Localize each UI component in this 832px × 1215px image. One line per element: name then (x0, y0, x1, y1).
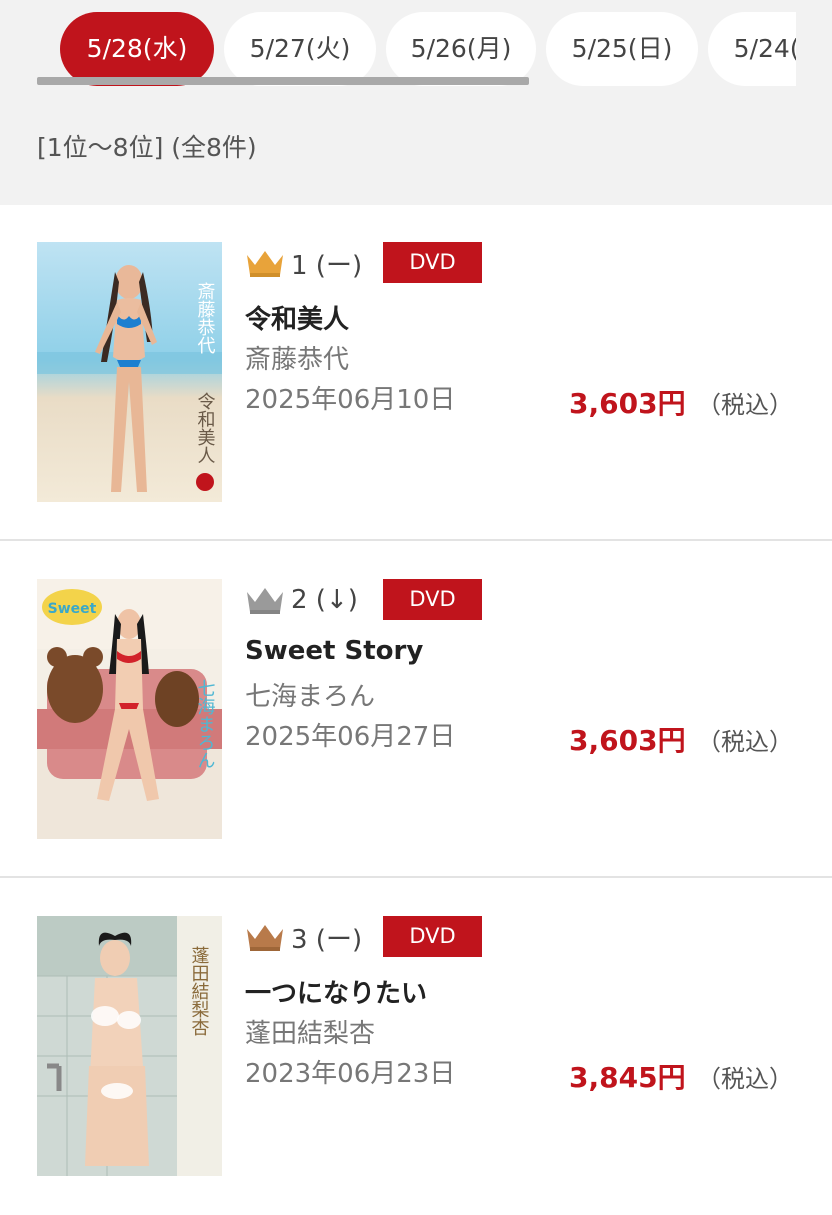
release-date: 2023年06月23日 (245, 1059, 456, 1089)
ranking-item[interactable]: Sweet 七海まろん 2 (↓) DVD Sweet Story 七海まろん … (0, 542, 832, 878)
release-date: 2025年06月10日 (245, 385, 456, 415)
ranking-item[interactable]: 斎藤恭代 令和美人 1 (ー) DVD 令和美人 斎藤恭代 2025年06月10… (0, 205, 832, 541)
date-tab-0[interactable]: 5/28(水) (60, 12, 214, 86)
product-title[interactable]: 一つになりたい (245, 973, 427, 1010)
rank-indicator: 3 (ー) (245, 917, 362, 957)
rank-label: 2 (↓) (291, 585, 358, 615)
artist-name[interactable]: 七海まろん (245, 676, 375, 713)
rank-label: 3 (ー) (291, 924, 363, 955)
result-count: [1位～8位] (全8件) (37, 133, 257, 162)
rank-indicator: 1 (ー) (245, 243, 362, 283)
gold-crown-icon (247, 251, 283, 277)
tax-note: （税込） (697, 1065, 793, 1093)
cover-title-text: 斎藤恭代 (195, 282, 216, 354)
format-badge: DVD (383, 242, 482, 283)
svg-text:蓬田結梨杏: 蓬田結梨杏 (189, 946, 210, 1036)
format-badge: DVD (383, 579, 482, 620)
rank-label: 1 (ー) (291, 250, 363, 281)
bronze-crown-icon (247, 925, 283, 951)
rank-indicator: 2 (↓) (245, 580, 358, 620)
format-badge: DVD (383, 916, 482, 957)
date-tab-4[interactable]: 5/24(土) (708, 12, 796, 86)
silver-crown-icon (247, 588, 283, 614)
svg-text:令和美人: 令和美人 (195, 392, 216, 464)
tax-note: （税込） (697, 391, 793, 419)
tab-scrollbar[interactable] (37, 77, 529, 85)
product-cover-image[interactable]: 斎藤恭代 令和美人 (37, 242, 222, 502)
ranking-header: 5/28(水) 5/27(火) 5/26(月) 5/25(日) 5/24(土) … (0, 0, 832, 205)
tax-note: （税込） (697, 728, 793, 756)
ranking-item[interactable]: 蓬田結梨杏 3 (ー) DVD 一つになりたい 蓬田結梨杏 2023年06月23… (0, 879, 832, 1215)
product-cover-image[interactable]: Sweet 七海まろん (37, 579, 222, 839)
artist-name[interactable]: 斎藤恭代 (245, 339, 349, 376)
product-cover-image[interactable]: 蓬田結梨杏 (37, 916, 222, 1176)
price: 3,845円 (569, 1061, 686, 1094)
price: 3,603円 (569, 387, 686, 420)
date-tab-1[interactable]: 5/27(火) (224, 12, 376, 86)
svg-text:七海まろん: 七海まろん (195, 679, 216, 769)
artist-name[interactable]: 蓬田結梨杏 (245, 1013, 375, 1050)
price: 3,603円 (569, 724, 686, 757)
product-title[interactable]: Sweet Story (245, 636, 423, 666)
date-tab-3[interactable]: 5/25(日) (546, 12, 698, 86)
date-tab-2[interactable]: 5/26(月) (386, 12, 536, 86)
product-title[interactable]: 令和美人 (245, 299, 349, 336)
svg-text:Sweet: Sweet (48, 601, 97, 617)
release-date: 2025年06月27日 (245, 722, 456, 752)
